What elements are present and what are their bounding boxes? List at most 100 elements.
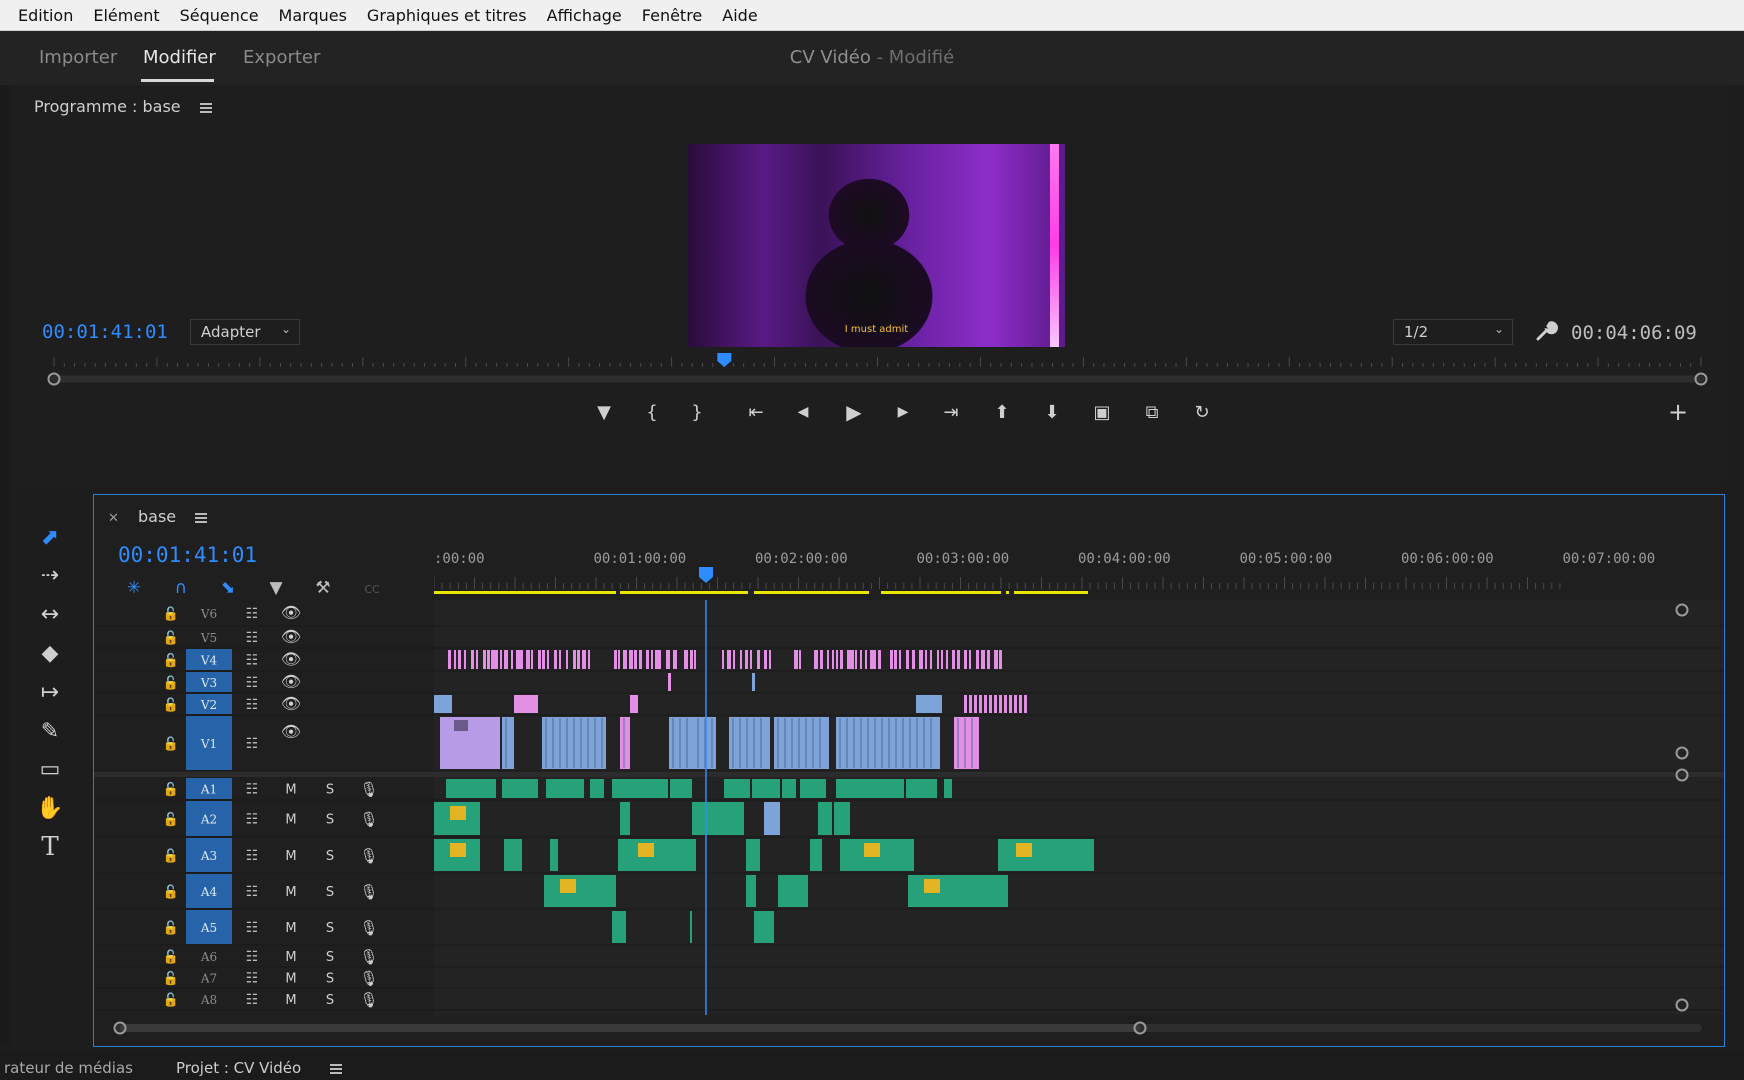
video-clip[interactable]: [894, 650, 897, 669]
extract-icon[interactable]: ⬇: [1039, 399, 1065, 425]
snap-magnet-icon[interactable]: ∩: [175, 578, 187, 598]
solo-button[interactable]: S: [326, 972, 334, 987]
solo-button[interactable]: S: [326, 993, 334, 1008]
program-time-ruler[interactable]: [40, 353, 1715, 389]
work-area-bar[interactable]: [1006, 591, 1009, 594]
microphone-icon[interactable]: 🎙: [359, 919, 378, 937]
sync-lock-icon[interactable]: ☷: [246, 782, 259, 798]
audio-clip[interactable]: [724, 779, 750, 798]
work-area-bar[interactable]: [754, 591, 869, 594]
audio-clip[interactable]: [746, 875, 756, 907]
video-clip[interactable]: [502, 717, 514, 769]
video-clip[interactable]: [814, 650, 818, 669]
lock-icon[interactable]: 🔓: [163, 812, 179, 828]
work-area-bar[interactable]: [620, 591, 748, 594]
marker-icon[interactable]: ▼: [591, 399, 617, 425]
video-clip[interactable]: [634, 650, 637, 669]
video-clip[interactable]: [722, 650, 724, 669]
video-clip[interactable]: [941, 650, 943, 669]
audio-clip[interactable]: [782, 779, 796, 798]
lift-icon[interactable]: ⬆: [989, 399, 1015, 425]
audio-clip[interactable]: [810, 839, 822, 871]
video-clip[interactable]: [511, 650, 513, 669]
audio-clip[interactable]: [690, 911, 692, 943]
linked-selection-icon[interactable]: ⬊: [221, 578, 235, 598]
video-clip[interactable]: [964, 695, 967, 713]
video-clip[interactable]: [694, 650, 696, 669]
video-clip[interactable]: [690, 650, 693, 669]
audio-clip[interactable]: [764, 802, 780, 835]
mark-out-icon[interactable]: }: [684, 399, 710, 425]
track-label-a2[interactable]: A2: [200, 813, 217, 827]
audio-clip[interactable]: [612, 779, 668, 798]
mute-button[interactable]: M: [285, 972, 296, 987]
sequence-tab[interactable]: ✕ base: [108, 507, 208, 526]
menu-item-0[interactable]: Edition: [0, 6, 83, 25]
video-clip[interactable]: [733, 650, 735, 669]
video-clip[interactable]: [969, 650, 971, 669]
video-clip[interactable]: [820, 650, 823, 669]
insert-icon[interactable]: ⧉: [1139, 399, 1165, 425]
track-select-tool-icon[interactable]: ⇢: [28, 558, 72, 592]
video-clip[interactable]: [434, 695, 452, 713]
eye-icon[interactable]: 👁: [281, 650, 301, 669]
video-clip[interactable]: [620, 717, 630, 769]
video-clip[interactable]: [476, 650, 478, 669]
audio-clip[interactable]: [778, 875, 808, 907]
video-clip[interactable]: [827, 650, 829, 669]
sync-lock-icon[interactable]: ☷: [246, 697, 259, 713]
video-clip[interactable]: [984, 695, 987, 713]
video-clip[interactable]: [745, 650, 748, 669]
video-clip[interactable]: [639, 650, 642, 669]
video-clip[interactable]: [729, 717, 770, 769]
video-clip[interactable]: [531, 650, 533, 669]
video-clip[interactable]: [464, 650, 466, 669]
audio-clip[interactable]: [834, 802, 850, 835]
track-label-v5[interactable]: V5: [200, 631, 217, 645]
add-button-icon[interactable]: +: [1665, 398, 1691, 426]
video-clip[interactable]: [799, 650, 801, 669]
audio-clip-fx[interactable]: [998, 839, 1094, 871]
panel-menu-icon[interactable]: [330, 1064, 342, 1074]
audio-clip[interactable]: [836, 779, 904, 798]
video-clip[interactable]: [458, 650, 461, 669]
audio-clip[interactable]: [818, 802, 832, 835]
menu-item-3[interactable]: Marques: [269, 6, 357, 25]
razor-tool-icon[interactable]: ◆: [28, 636, 72, 670]
track-label-a8[interactable]: A8: [200, 993, 217, 1007]
overwrite-icon[interactable]: ↻: [1189, 399, 1215, 425]
audio-clip[interactable]: [944, 779, 952, 798]
sync-lock-icon[interactable]: ☷: [246, 736, 259, 752]
sync-lock-icon[interactable]: ☷: [246, 920, 259, 936]
video-clip[interactable]: [659, 650, 661, 669]
sync-lock-icon[interactable]: ☷: [246, 606, 259, 622]
play-icon[interactable]: ▶: [841, 399, 867, 425]
video-clip[interactable]: [870, 650, 874, 669]
rectangle-tool-icon[interactable]: ▭: [28, 752, 72, 786]
video-clip[interactable]: [483, 650, 486, 669]
close-icon[interactable]: ✕: [108, 511, 119, 526]
video-clip[interactable]: [930, 650, 932, 669]
solo-button[interactable]: S: [326, 813, 334, 828]
video-clip[interactable]: [623, 650, 627, 669]
hand-tool-icon[interactable]: ✋: [28, 791, 72, 825]
video-clip[interactable]: [964, 650, 967, 669]
video-clip[interactable]: [916, 695, 942, 713]
video-clip[interactable]: [684, 650, 688, 669]
video-clip[interactable]: [448, 650, 451, 669]
go-to-in-icon[interactable]: ⇤: [743, 399, 769, 425]
sync-lock-icon[interactable]: ☷: [246, 675, 259, 691]
sync-lock-icon[interactable]: ☷: [246, 971, 259, 987]
audio-clip[interactable]: [800, 779, 826, 798]
menu-item-7[interactable]: Aide: [712, 6, 767, 25]
lock-icon[interactable]: 🔓: [163, 992, 179, 1008]
video-clip[interactable]: [865, 650, 867, 669]
audio-clip-fx[interactable]: [908, 875, 1008, 907]
nest-toggle-icon[interactable]: ✳: [127, 578, 141, 598]
video-clip[interactable]: [855, 650, 857, 669]
video-clip[interactable]: [999, 695, 1002, 713]
video-clip[interactable]: [471, 650, 474, 669]
microphone-icon[interactable]: 🎙: [359, 991, 378, 1009]
video-clip[interactable]: [454, 650, 456, 669]
video-clip[interactable]: [999, 650, 1002, 669]
